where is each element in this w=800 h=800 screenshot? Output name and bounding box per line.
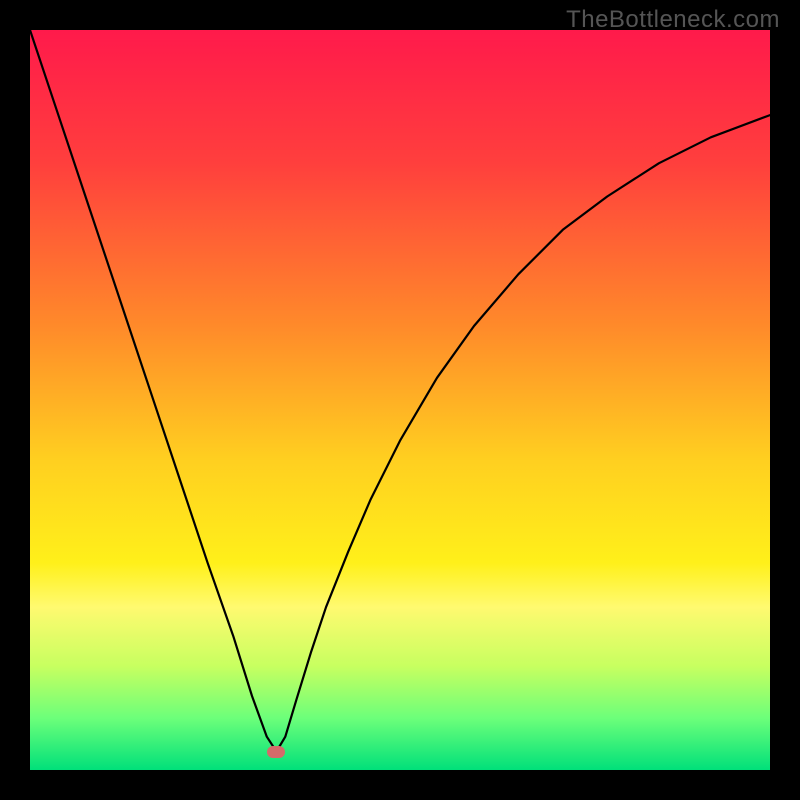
bottleneck-curve	[30, 30, 770, 770]
chart-frame: TheBottleneck.com	[0, 0, 800, 800]
watermark-text: TheBottleneck.com	[566, 6, 780, 34]
bottleneck-curve-path	[30, 30, 770, 752]
optimal-point-marker	[267, 746, 285, 758]
plot-area	[30, 30, 770, 770]
